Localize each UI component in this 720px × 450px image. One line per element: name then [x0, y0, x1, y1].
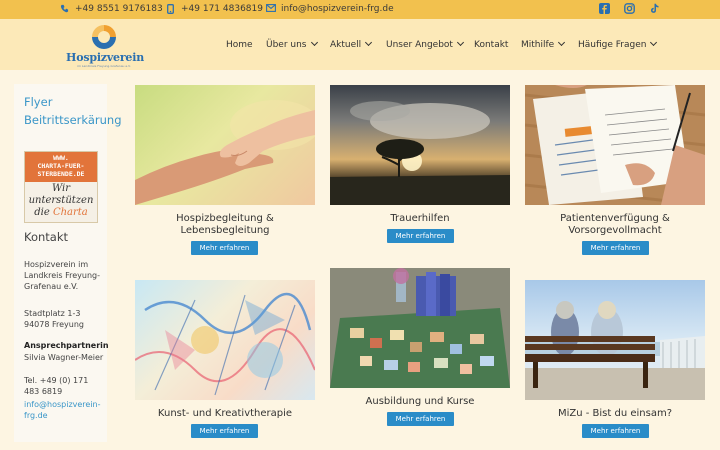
email-icon: [266, 4, 276, 12]
sidebar: Flyer Beitrittserkärung WWW. CHARTA-FUER…: [14, 84, 122, 442]
charta-banner[interactable]: WWW. CHARTA-FUER- STERBENDE.DE Wir unter…: [24, 151, 98, 223]
org-name: Hospizverein im Landkreis Freyung-Grafen…: [24, 260, 101, 291]
charta-url-line: CHARTA-FUER-: [37, 162, 85, 170]
card-title-line: Kunst- und Kreativtherapie: [157, 408, 293, 419]
topbar-mobile[interactable]: +49 171 4836819: [181, 3, 263, 16]
kontakt-heading: Kontakt: [24, 230, 69, 244]
card-image-kunsttherapie[interactable]: [135, 280, 315, 400]
card-image-mizu[interactable]: [525, 280, 705, 400]
card-title-line: Lebensbegleitung: [180, 225, 270, 236]
chevron-down-icon: [365, 38, 373, 47]
mehr-erfahren-button[interactable]: Mehr erfahren: [582, 424, 649, 438]
partner-phone[interactable]: Tel. +49 (0) 171 483 6819: [24, 375, 106, 397]
card-title-line: Ausbildung und Kurse: [365, 396, 475, 407]
facebook-icon[interactable]: [599, 3, 610, 14]
nav-aktuell[interactable]: Aktuell: [330, 38, 373, 51]
nav-haeufige-fragen[interactable]: Häufige Fragen: [578, 38, 658, 51]
charta-url-block: WWW. CHARTA-FUER- STERBENDE.DE: [25, 152, 97, 182]
nav-label: Kontakt: [474, 40, 509, 50]
mehr-erfahren-button[interactable]: Mehr erfahren: [387, 412, 454, 426]
card-title-line: Patientenverfügung &: [560, 213, 670, 224]
abstract-painting-photo: [135, 292, 315, 396]
beitrittserklaerung-link[interactable]: Beitrittserkärung: [24, 113, 122, 127]
hands-photo: [135, 100, 315, 205]
chevron-down-icon: [650, 38, 658, 47]
address-street: Stadtplatz 1-3: [24, 309, 81, 318]
topbar-phone[interactable]: +49 8551 9176183: [75, 3, 163, 16]
card-image-hospizbegleitung[interactable]: [135, 85, 315, 205]
chevron-down-icon: [558, 38, 566, 47]
charta-slogan-highlight: Charta: [52, 207, 88, 218]
logo-subtitle: im Landkreis Freyung-Grafenau e.V.: [77, 64, 131, 68]
card-title-line: Vorsorgevollmacht: [568, 225, 662, 236]
nav-label: Aktuell: [330, 40, 362, 50]
card-image-trauerhilfen[interactable]: [330, 85, 510, 205]
charta-slogan-part: die: [34, 207, 53, 218]
card-image-ausbildung[interactable]: [330, 268, 510, 388]
document-signing-photo: [525, 85, 705, 205]
nav-label: Unser Angebot: [386, 40, 453, 50]
partner-name: Silvia Wagner-Meier: [24, 353, 104, 362]
mehr-erfahren-button[interactable]: Mehr erfahren: [387, 229, 454, 243]
nav-label: Über uns: [266, 40, 307, 50]
charta-url-line: WWW.: [53, 154, 69, 162]
partner-email[interactable]: info@hospizverein-frg.de: [24, 399, 106, 421]
logo[interactable]: Hospizverein im Landkreis Freyung-Grafen…: [66, 24, 144, 70]
charta-slogan-line: unterstützen: [28, 195, 94, 206]
partner-label: Ansprechpartnerin: [24, 341, 109, 350]
nav-label: Häufige Fragen: [578, 40, 647, 50]
logo-name: Hospizverein: [66, 51, 144, 64]
nav-mithilfe[interactable]: Mithilfe: [521, 38, 566, 51]
nav-unser-angebot[interactable]: Unser Angebot: [386, 38, 464, 51]
card-image-patientenverfuegung[interactable]: [525, 85, 705, 205]
nav-kontakt[interactable]: Kontakt: [474, 39, 508, 51]
logo-emblem-icon: [92, 25, 116, 49]
nav-ueber-uns[interactable]: Über uns: [266, 38, 318, 51]
charta-url-line: STERBENDE.DE: [37, 170, 85, 178]
topbar-email[interactable]: info@hospizverein-frg.de: [281, 3, 394, 16]
tree-sunset-photo: [330, 101, 510, 205]
nav-label: Home: [226, 40, 253, 50]
top-contact-bar: +49 8551 9176183 +49 171 4836819 info@ho…: [0, 0, 720, 19]
phone-icon: [60, 4, 69, 13]
charta-slogan: Wir unterstützen die Charta: [25, 183, 97, 219]
card-title-line: MiZu - Bist du einsam?: [557, 408, 673, 419]
nav-home[interactable]: Home: [226, 39, 253, 51]
instagram-icon[interactable]: [624, 3, 635, 14]
tiktok-icon[interactable]: [649, 3, 660, 14]
mehr-erfahren-button[interactable]: Mehr erfahren: [191, 424, 258, 438]
mobile-phone-icon: [167, 4, 174, 14]
card-title-line: Trauerhilfen: [390, 213, 450, 224]
mehr-erfahren-button[interactable]: Mehr erfahren: [191, 241, 258, 255]
chevron-down-icon: [456, 38, 464, 47]
charta-slogan-line: Wir: [51, 183, 71, 194]
nav-label: Mithilfe: [521, 40, 555, 50]
address-city: 94078 Freyung: [24, 320, 84, 329]
card-title-line: Hospizbegleitung &: [176, 213, 274, 224]
flyer-link[interactable]: Flyer: [24, 95, 52, 109]
chevron-down-icon: [310, 38, 318, 47]
course-materials-photo: [330, 268, 510, 388]
bench-seaside-photo: [525, 301, 705, 400]
mehr-erfahren-button[interactable]: Mehr erfahren: [582, 241, 649, 255]
